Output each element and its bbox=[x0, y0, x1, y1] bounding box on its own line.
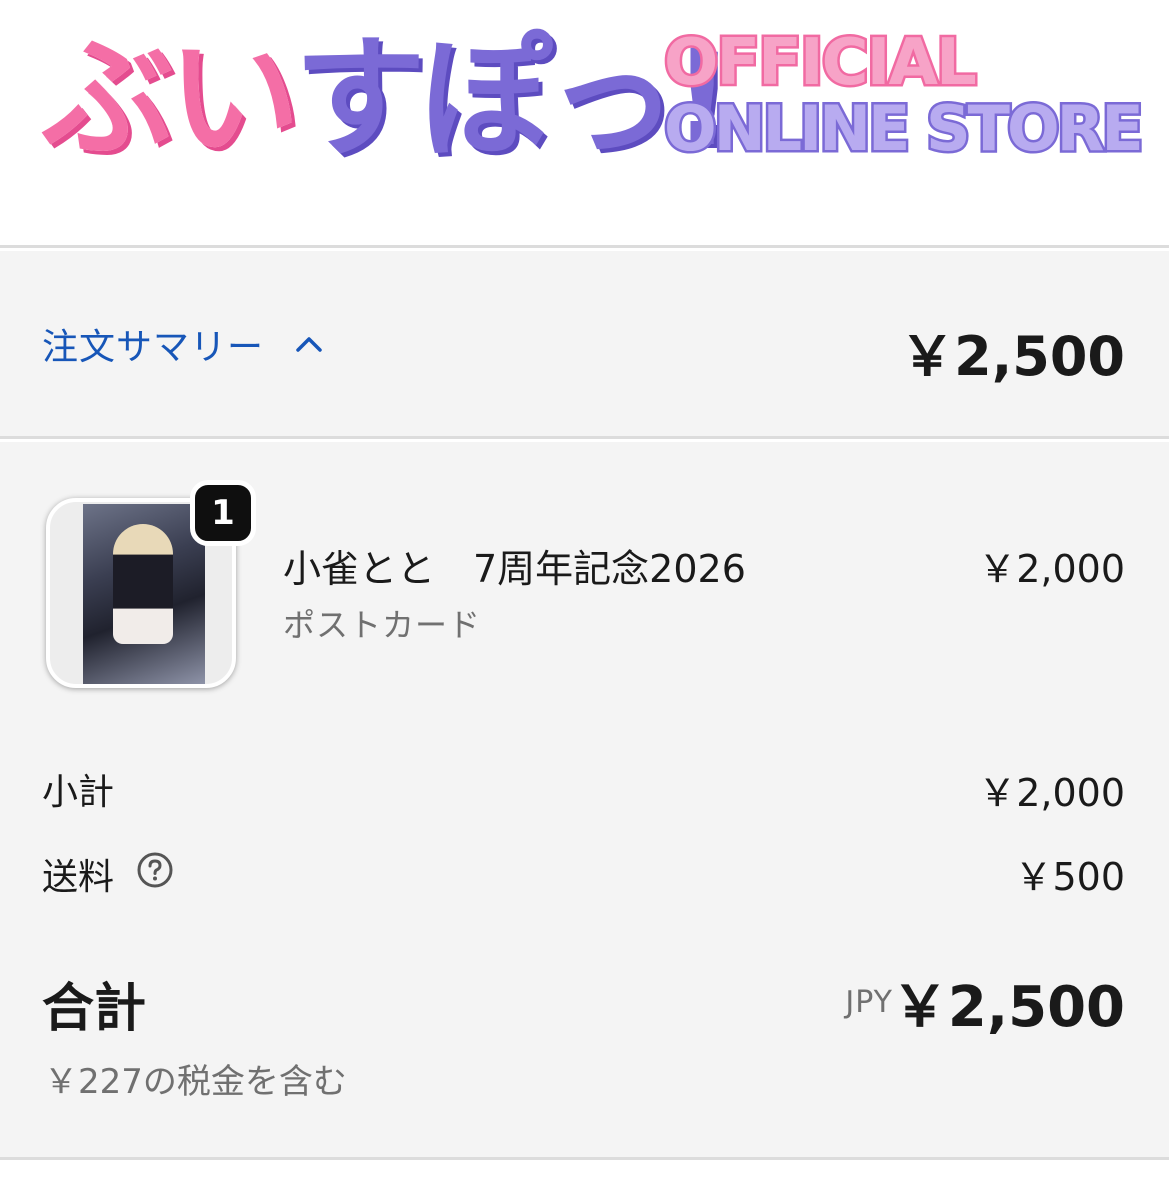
total-label: 合計 bbox=[42, 979, 147, 1039]
product-image-figure bbox=[113, 524, 173, 644]
store-logo-english[interactable]: OFFICIAL ONLINE STORE bbox=[662, 26, 1147, 165]
question-circle-icon[interactable] bbox=[136, 851, 174, 889]
total-value: ￥2,500 bbox=[891, 975, 1125, 1040]
shipping-value: ￥500 bbox=[1014, 855, 1125, 899]
order-summary-toggle[interactable]: 注文サマリー bbox=[42, 318, 324, 370]
product-variant: ポストカード bbox=[283, 606, 482, 644]
total-currency: JPY bbox=[845, 985, 893, 1020]
product-image bbox=[83, 504, 205, 684]
tax-note: ￥227の税金を含む bbox=[44, 1062, 347, 1102]
logo-text-purple: すぽ bbox=[289, 22, 557, 176]
order-summary-total: ￥2,500 bbox=[900, 325, 1125, 388]
order-summary-label: 注文サマリー bbox=[42, 327, 265, 368]
quantity-badge: 1 bbox=[190, 480, 256, 546]
subtotal-label: 小計 bbox=[42, 772, 115, 813]
chevron-up-icon bbox=[296, 337, 322, 352]
subtotal-value: ￥2,000 bbox=[978, 771, 1125, 815]
store-logo-japanese[interactable]: ぶい すぽ っ! bbox=[37, 14, 737, 184]
logo-online-store-text: ONLINE STORE bbox=[662, 92, 1147, 165]
logo-text-pink: ぶい bbox=[37, 22, 305, 176]
product-title: 小雀とと 7周年記念2026 bbox=[283, 547, 746, 591]
shipping-label: 送料 bbox=[42, 857, 115, 898]
logo-official-text: OFFICIAL bbox=[662, 26, 980, 100]
product-price: ￥2,000 bbox=[978, 547, 1125, 591]
store-header: ぶい すぽ っ! OFFICIAL ONLINE STORE bbox=[0, 0, 1169, 248]
